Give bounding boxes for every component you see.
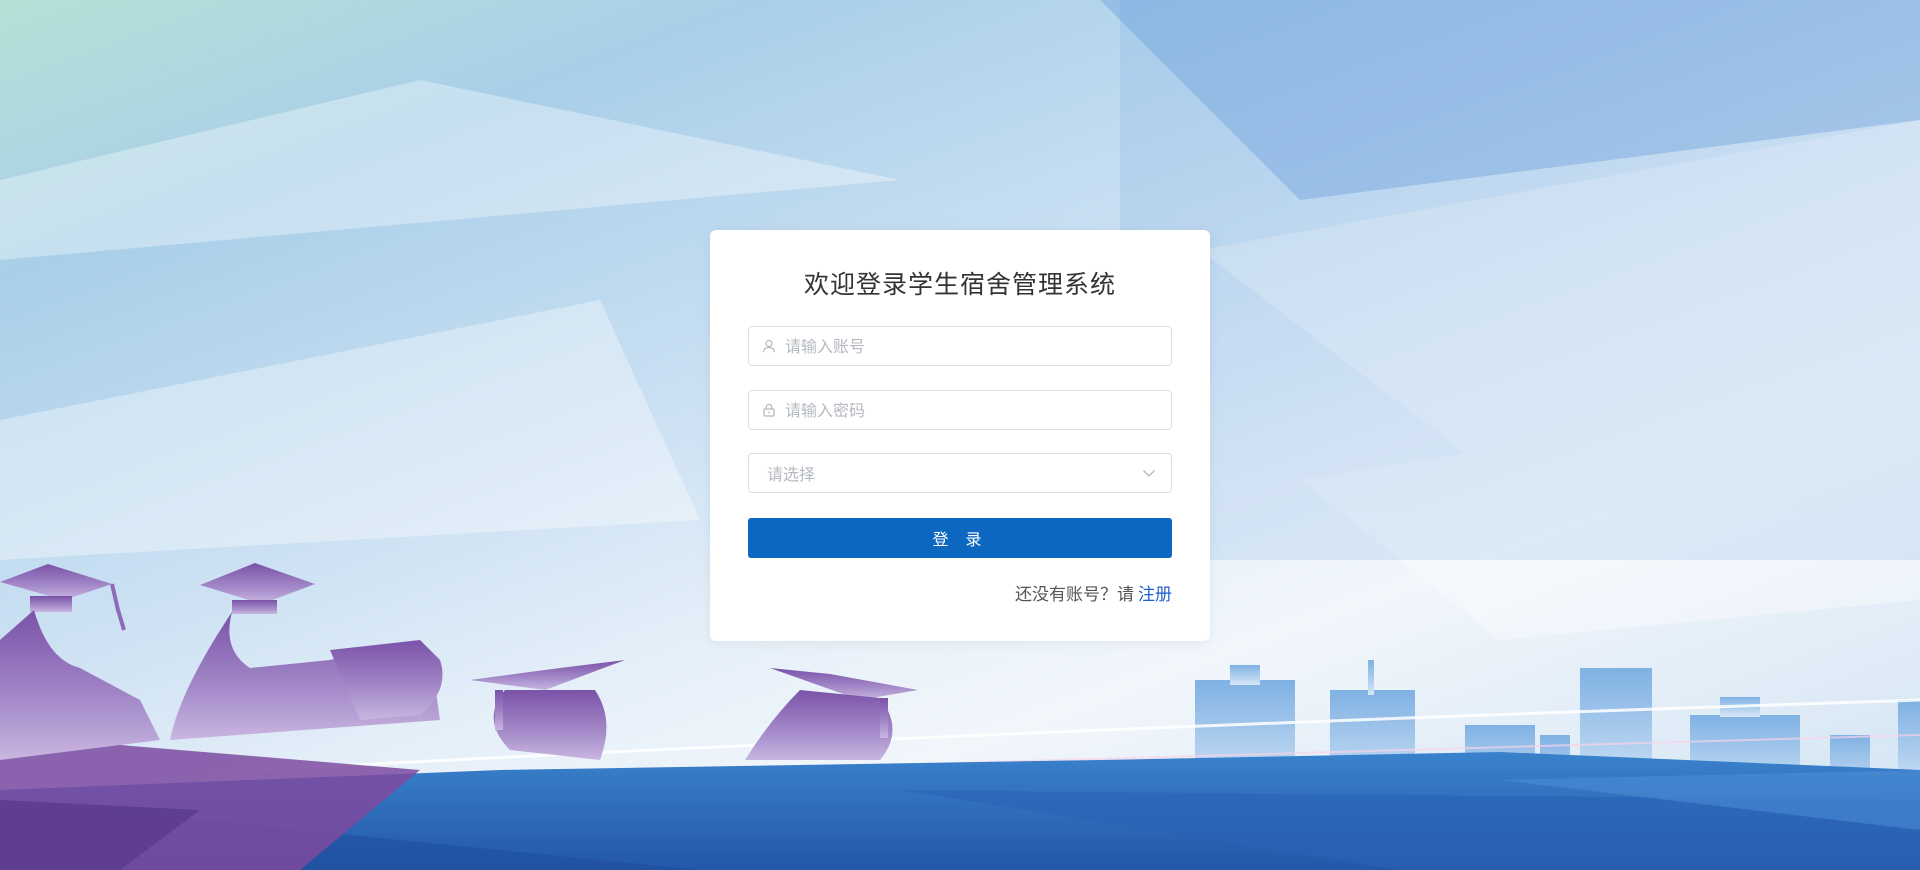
role-select[interactable]: 请选择 bbox=[748, 453, 1172, 493]
register-row: 还没有账号？请 注册 bbox=[748, 580, 1172, 605]
username-field[interactable] bbox=[748, 326, 1172, 366]
role-select-placeholder: 请选择 bbox=[767, 465, 816, 484]
register-prompt: 还没有账号？请 bbox=[1015, 585, 1134, 605]
page-title: 欢迎登录学生宿舍管理系统 bbox=[803, 270, 1116, 299]
password-input[interactable] bbox=[785, 391, 1171, 429]
lock-icon bbox=[761, 402, 777, 418]
user-icon bbox=[761, 338, 777, 354]
chevron-down-icon[interactable] bbox=[1141, 465, 1157, 481]
username-input[interactable] bbox=[785, 327, 1171, 365]
password-field[interactable] bbox=[748, 390, 1172, 430]
login-button[interactable]: 登 录 bbox=[748, 518, 1172, 558]
register-link[interactable]: 注册 bbox=[1138, 585, 1172, 605]
login-card: 欢迎登录学生宿舍管理系统 请选择 bbox=[710, 230, 1210, 641]
login-page: 欢迎登录学生宿舍管理系统 请选择 bbox=[0, 0, 1920, 870]
